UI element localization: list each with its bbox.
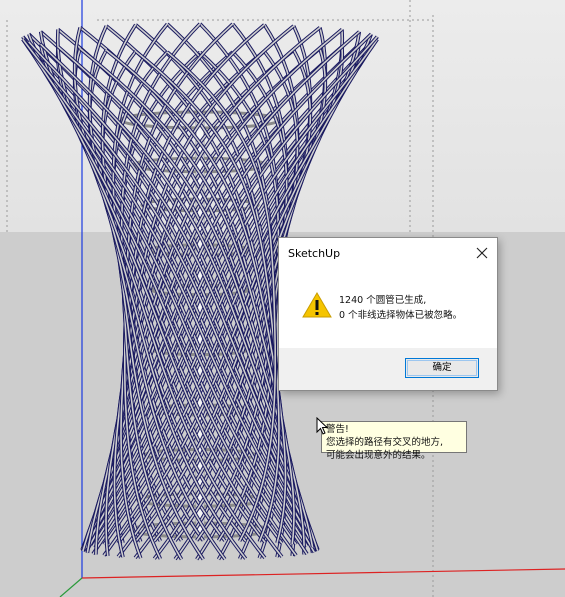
ok-button[interactable]: 确定 bbox=[405, 358, 479, 378]
warning-tooltip: 警告! 您选择的路径有交叉的地方, 可能会出现意外的结果。 bbox=[321, 421, 467, 461]
sketchup-message-dialog: SketchUp 1240 个圆管已生成, 0 个非线选择物体已被忽略。 确定 bbox=[278, 237, 498, 391]
dialog-footer: 确定 bbox=[279, 348, 497, 390]
dialog-message: 1240 个圆管已生成, 0 个非线选择物体已被忽略。 bbox=[339, 293, 462, 323]
tooltip-line-3: 可能会出现意外的结果。 bbox=[326, 450, 431, 461]
tooltip-line-2: 您选择的路径有交叉的地方, bbox=[326, 437, 444, 448]
message-line-2: 0 个非线选择物体已被忽略。 bbox=[339, 310, 463, 321]
dialog-titlebar[interactable]: SketchUp bbox=[279, 238, 497, 268]
warning-icon bbox=[302, 292, 332, 318]
message-line-1: 1240 个圆管已生成, bbox=[339, 295, 427, 306]
cursor-icon bbox=[316, 417, 328, 435]
tooltip-line-1: 警告! bbox=[326, 424, 349, 435]
close-icon[interactable] bbox=[471, 242, 493, 264]
dialog-title: SketchUp bbox=[288, 247, 341, 260]
